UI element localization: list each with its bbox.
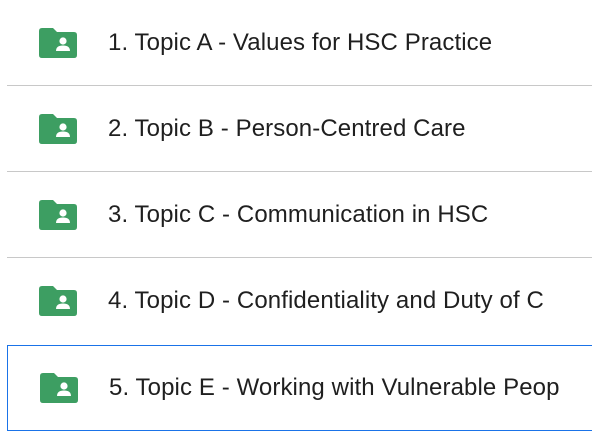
folder-row-topic-b[interactable]: 2. Topic B - Person-Centred Care	[0, 86, 592, 172]
shared-folder-icon	[39, 28, 77, 58]
folder-name: 4. Topic D - Confidentiality and Duty of…	[108, 287, 544, 314]
shared-folder-icon	[39, 114, 77, 144]
shared-folder-icon	[39, 286, 77, 316]
shared-folder-icon	[40, 373, 78, 403]
folder-list: 1. Topic A - Values for HSC Practice 2. …	[0, 0, 592, 444]
folder-name: 1. Topic A - Values for HSC Practice	[108, 29, 493, 56]
folder-name: 2. Topic B - Person-Centred Care	[108, 115, 466, 142]
shared-folder-icon	[39, 200, 77, 230]
folder-row-topic-d[interactable]: 4. Topic D - Confidentiality and Duty of…	[0, 258, 592, 344]
folder-row-topic-c[interactable]: 3. Topic C - Communication in HSC	[0, 172, 592, 258]
folder-name: 3. Topic C - Communication in HSC	[108, 201, 489, 228]
folder-row-topic-a[interactable]: 1. Topic A - Values for HSC Practice	[0, 0, 592, 86]
folder-row-topic-e[interactable]: 5. Topic E - Working with Vulnerable Peo…	[7, 345, 592, 431]
folder-name: 5. Topic E - Working with Vulnerable Peo…	[109, 374, 560, 401]
